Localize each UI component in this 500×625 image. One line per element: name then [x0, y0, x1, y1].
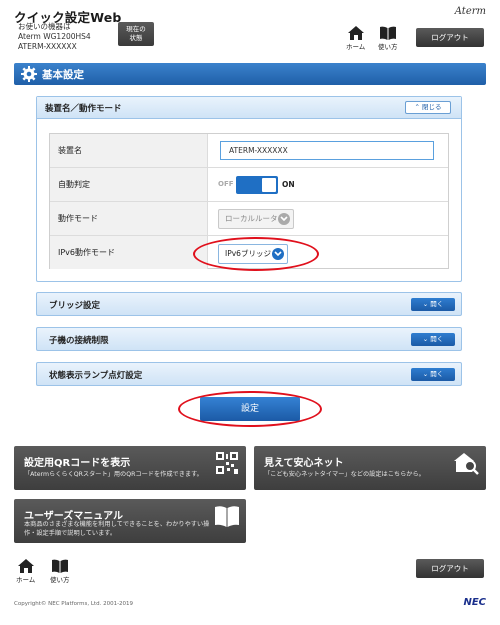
section-label: 状態表示ランプ点灯設定 — [49, 371, 143, 381]
home-label: ホーム — [16, 576, 36, 584]
home-icon — [347, 26, 364, 40]
table-row: 装置名 ATERM-XXXXXX — [50, 134, 448, 168]
chevron-down-icon — [272, 248, 284, 260]
operation-mode-cell: ローカルルータ — [208, 202, 448, 235]
device-label: お使いの機器は Aterm WG1200HS4 ATERM-XXXXXX — [18, 22, 91, 52]
section-label: 子機の接続制限 — [49, 336, 109, 346]
toggle-knob — [262, 178, 276, 192]
device-model: Aterm WG1200HS4 — [18, 32, 91, 41]
nec-logo: NEC — [463, 597, 486, 608]
toggle-off-label: OFF — [218, 180, 234, 188]
book-icon — [51, 559, 68, 573]
device-name-label: 装置名 — [50, 134, 208, 167]
device-name-cell: ATERM-XXXXXX — [208, 134, 448, 167]
open-button[interactable]: ⌄ 開く — [411, 368, 455, 381]
ipv6-mode-select[interactable]: IPv6ブリッジ — [218, 244, 288, 264]
safety-net-tile[interactable]: 見えて安心ネット 「こども安心ネットタイマー」などの設定はこちらから。 — [254, 446, 486, 490]
auto-detect-label: 自動判定 — [50, 168, 208, 201]
device-label-line: お使いの機器は — [18, 22, 71, 31]
home-icon — [17, 559, 34, 573]
device-name-input[interactable]: ATERM-XXXXXX — [220, 141, 434, 160]
open-button[interactable]: ⌄ 開く — [411, 333, 455, 346]
chevron-up-icon: ⌃ — [414, 103, 420, 111]
submit-button[interactable]: 設定 — [200, 397, 300, 421]
panel-title: 装置名／動作モード — [45, 104, 122, 114]
table-row: 自動判定 OFF ON — [50, 168, 448, 202]
auto-detect-toggle[interactable]: OFF ON — [218, 176, 298, 194]
client-restriction-section[interactable]: 子機の接続制限 ⌄ 開く — [36, 327, 462, 351]
logout-button[interactable]: ログアウト — [416, 559, 484, 578]
chevron-down-icon — [278, 213, 290, 225]
user-manual-tile[interactable]: ユーザーズマニュアル 本商品のさまざまな機能を利用してできることを、わかりやすい… — [14, 499, 246, 543]
ipv6-mode-label: IPv6動作モード — [50, 236, 208, 269]
logout-button[interactable]: ログアウト — [416, 28, 484, 47]
manual-nav-button[interactable]: 使い方 — [378, 26, 398, 51]
tile-title: 見えて安心ネット — [264, 458, 344, 469]
book-icon — [215, 506, 239, 527]
home-nav-button[interactable]: ホーム — [16, 559, 35, 584]
status-button-label: 状態 — [129, 34, 143, 42]
section-header: 基本設定 — [14, 63, 486, 85]
manual-label: 使い方 — [50, 576, 70, 584]
header: クイック設定Web お使いの機器は Aterm WG1200HS4 ATERM-… — [0, 0, 500, 58]
open-label: 開く — [430, 370, 444, 378]
copyright: Copyright© NEC Platforms, Ltd. 2001-2019 — [14, 601, 134, 607]
operation-mode-select: ローカルルータ — [218, 209, 294, 229]
qr-code-tile[interactable]: 設定用QRコードを表示 「AtermらくらくQRスタート」用のQRコードを作成で… — [14, 446, 246, 490]
lamp-settings-section[interactable]: 状態表示ランプ点灯設定 ⌄ 開く — [36, 362, 462, 386]
device-name: ATERM-XXXXXX — [18, 42, 77, 51]
status-button-label: 現在の — [126, 25, 146, 33]
open-label: 開く — [430, 300, 444, 308]
house-search-icon — [454, 453, 479, 475]
operation-mode-label: 動作モード — [50, 202, 208, 235]
table-row: IPv6動作モード IPv6ブリッジ — [50, 236, 448, 270]
toggle-on-label: ON — [282, 180, 295, 189]
tile-description: 「こども安心ネットタイマー」などの設定はこちらから。 — [264, 471, 425, 478]
aterm-logo: Aterm — [454, 6, 486, 17]
close-label: 閉じる — [422, 103, 442, 111]
bridge-settings-section[interactable]: ブリッジ設定 ⌄ 開く — [36, 292, 462, 316]
operation-mode-value: ローカルルータ — [225, 214, 278, 223]
section-title: 基本設定 — [42, 69, 84, 81]
tile-title: 設定用QRコードを表示 — [24, 458, 131, 469]
close-panel-button[interactable]: ⌃ 閉じる — [405, 101, 451, 114]
section-label: ブリッジ設定 — [49, 301, 101, 311]
open-button[interactable]: ⌄ 開く — [411, 298, 455, 311]
tile-description: 作・設定手順で説明しています。 — [24, 530, 117, 537]
footer-nav: ホーム 使い方 ログアウト — [0, 556, 500, 586]
qr-code-icon — [216, 452, 238, 474]
table-row: 動作モード ローカルルータ — [50, 202, 448, 236]
ipv6-mode-cell: IPv6ブリッジ — [208, 236, 448, 269]
toggle-track — [236, 176, 278, 194]
settings-table: 装置名 ATERM-XXXXXX 自動判定 OFF ON 動作モード ローカルル… — [49, 133, 449, 269]
auto-detect-cell: OFF ON — [208, 168, 448, 201]
home-label: ホーム — [346, 43, 366, 51]
tile-description: 「AtermらくらくQRスタート」用のQRコードを作成できます。 — [24, 471, 203, 478]
manual-nav-button[interactable]: 使い方 — [50, 559, 70, 584]
current-status-button[interactable]: 現在の 状態 — [118, 22, 154, 46]
manual-label: 使い方 — [378, 43, 398, 51]
home-nav-button[interactable]: ホーム — [346, 26, 365, 51]
gear-icon — [21, 66, 37, 82]
open-label: 開く — [430, 335, 444, 343]
panel-header: 装置名／動作モード ⌃ 閉じる — [37, 97, 461, 119]
book-icon — [379, 26, 396, 40]
ipv6-mode-value: IPv6ブリッジ — [225, 249, 271, 258]
device-mode-panel: 装置名／動作モード ⌃ 閉じる 装置名 ATERM-XXXXXX 自動判定 OF… — [36, 96, 462, 282]
